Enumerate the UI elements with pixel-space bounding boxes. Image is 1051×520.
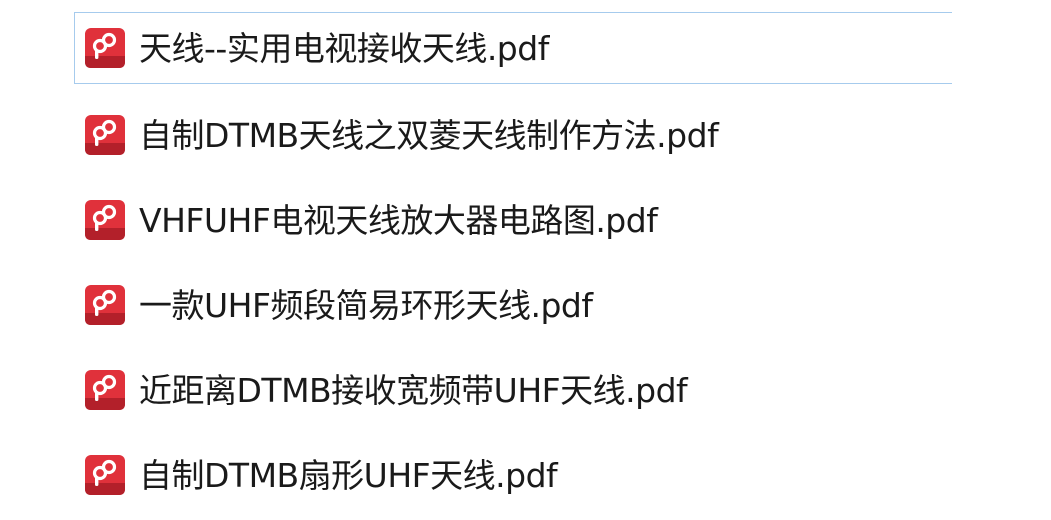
file-row[interactable]: 近距离DTMB接收宽频带UHF天线.pdf <box>74 354 952 426</box>
file-row[interactable]: VHFUHF电视天线放大器电路图.pdf <box>74 184 952 256</box>
pdf-file-icon <box>85 285 125 325</box>
file-row[interactable]: 一款UHF频段简易环形天线.pdf <box>74 269 952 341</box>
file-name: 近距离DTMB接收宽频带UHF天线.pdf <box>139 370 688 410</box>
file-name: VHFUHF电视天线放大器电路图.pdf <box>139 200 658 240</box>
file-name: 自制DTMB扇形UHF天线.pdf <box>139 455 558 495</box>
file-name: 自制DTMB天线之双菱天线制作方法.pdf <box>139 115 719 155</box>
pdf-file-icon <box>85 455 125 495</box>
file-row[interactable]: 天线--实用电视接收天线.pdf <box>74 12 952 84</box>
file-row[interactable]: 自制DTMB天线之双菱天线制作方法.pdf <box>74 99 952 171</box>
file-row[interactable]: 自制DTMB扇形UHF天线.pdf <box>74 439 952 511</box>
pdf-file-icon <box>85 370 125 410</box>
file-name: 一款UHF频段简易环形天线.pdf <box>139 285 593 325</box>
file-name: 天线--实用电视接收天线.pdf <box>139 28 549 68</box>
pdf-file-icon <box>85 200 125 240</box>
pdf-file-icon <box>85 28 125 68</box>
pdf-file-icon <box>85 115 125 155</box>
file-list: 天线--实用电视接收天线.pdf 自制DTMB天线之双菱天线制作方法.pdf V… <box>0 0 1051 520</box>
